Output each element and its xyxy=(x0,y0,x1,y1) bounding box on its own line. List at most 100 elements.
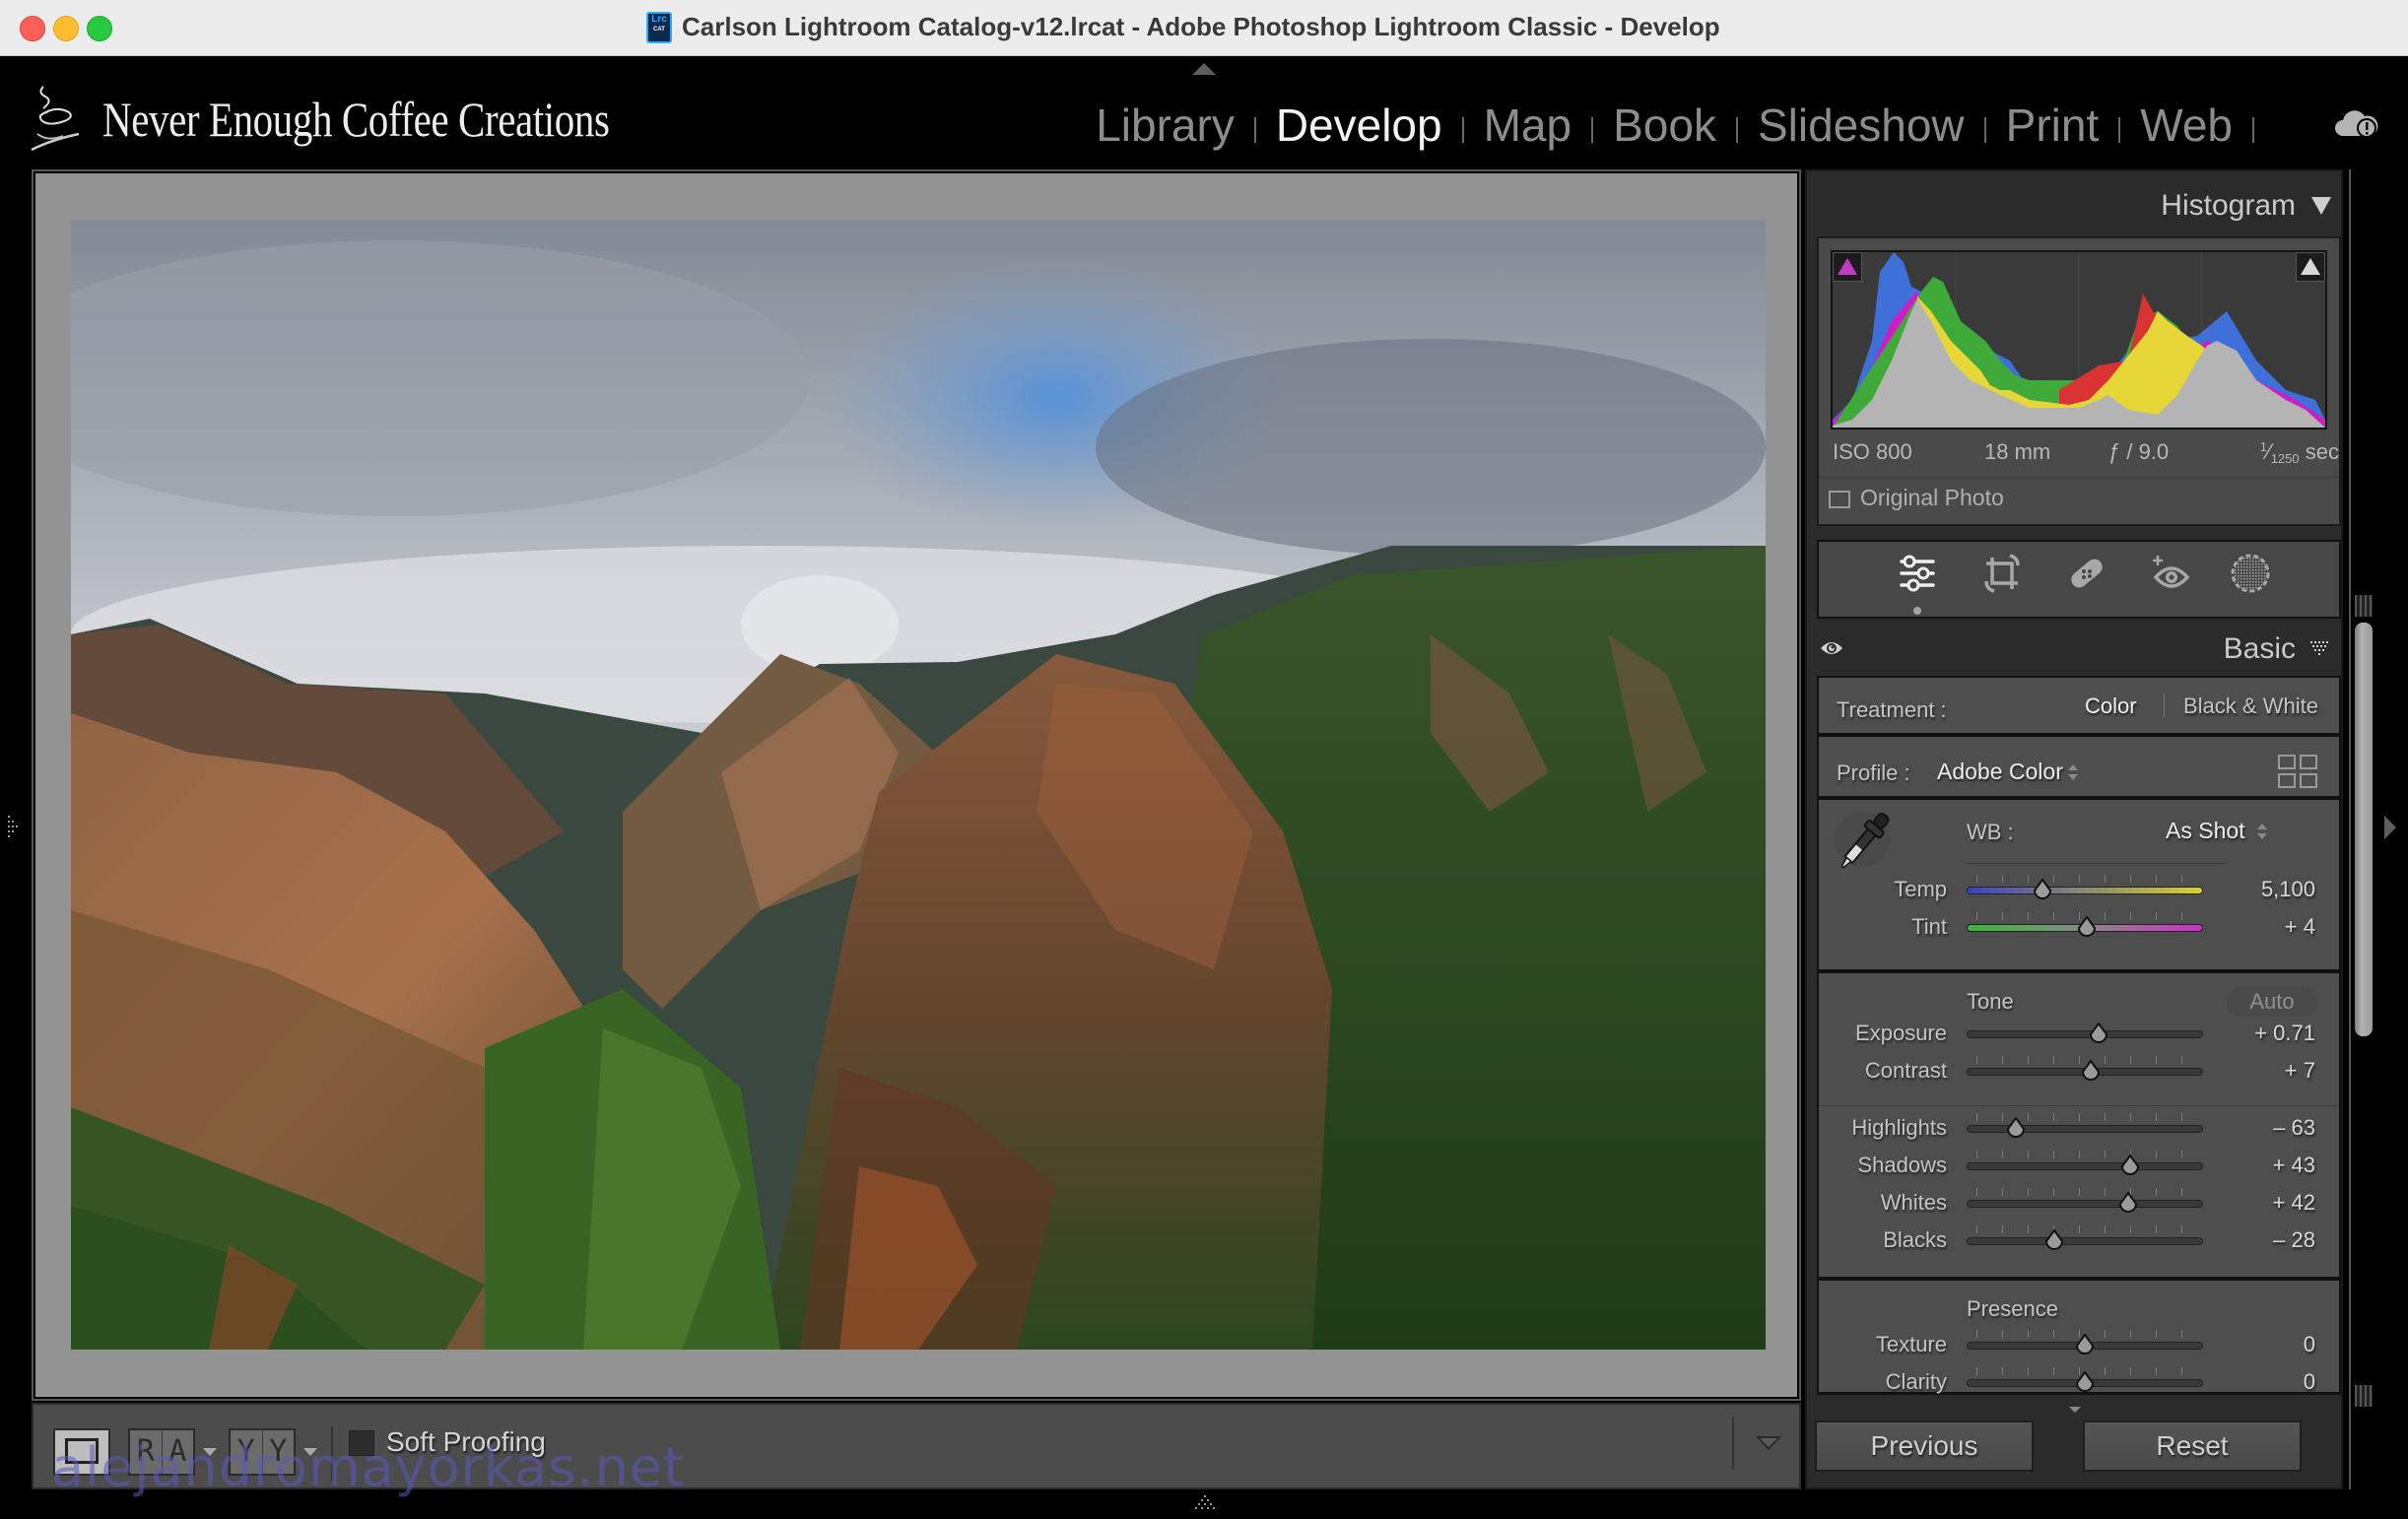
exposure-slider[interactable] xyxy=(1967,1030,2203,1038)
highlights-slider-thumb[interactable] xyxy=(2006,1117,2026,1139)
module-slideshow[interactable]: Slideshow xyxy=(1758,99,1965,152)
whites-slider[interactable] xyxy=(1967,1200,2203,1208)
soft-proofing-checkbox[interactable] xyxy=(349,1430,374,1456)
photo-preview[interactable] xyxy=(71,221,1766,1350)
exposure-value[interactable]: + 0.71 xyxy=(2217,1021,2315,1046)
wb-divider xyxy=(1967,863,2227,864)
module-develop[interactable]: Develop xyxy=(1276,99,1442,152)
tint-value[interactable]: + 4 xyxy=(2217,914,2315,940)
whites-value[interactable]: + 42 xyxy=(2217,1190,2315,1216)
shadows-slider[interactable] xyxy=(1967,1162,2203,1170)
highlights-ticks xyxy=(1967,1113,2203,1121)
profile-stepper-icon[interactable] xyxy=(2067,762,2079,782)
tone-heading: Tone xyxy=(1967,989,2014,1014)
previous-button[interactable]: Previous xyxy=(1815,1420,2034,1472)
edit-sliders-icon[interactable] xyxy=(1896,552,1939,595)
panel-visibility-eye-icon[interactable] xyxy=(1819,638,1844,658)
toolbar-divider xyxy=(1732,1417,1734,1470)
reset-button[interactable]: Reset xyxy=(2083,1420,2302,1472)
loupe-view-button[interactable] xyxy=(53,1428,110,1476)
top-panel-toggle-icon[interactable] xyxy=(1192,63,1216,75)
module-separator xyxy=(1983,117,1986,143)
toolbar-divider xyxy=(331,1426,333,1482)
temp-label: Temp xyxy=(1894,877,1947,901)
texture-value[interactable]: 0 xyxy=(2217,1332,2315,1357)
module-print[interactable]: Print xyxy=(2006,99,2100,152)
shadows-value[interactable]: + 43 xyxy=(2217,1153,2315,1178)
right-panel-toggle-icon[interactable] xyxy=(2384,816,2396,839)
whites-label: Whites xyxy=(1880,1190,1947,1215)
histogram-panel-title[interactable]: Histogram xyxy=(2161,189,2296,223)
module-picker: Library Develop Map Book Slideshow Print Web xyxy=(1096,99,2313,152)
crop-icon[interactable] xyxy=(1980,552,2024,595)
highlight-clipping-toggle[interactable] xyxy=(2296,252,2325,282)
treatment-black-white-option[interactable]: Black & White xyxy=(2183,693,2318,719)
masking-icon[interactable] xyxy=(2229,552,2272,595)
soft-proofing-label[interactable]: Soft Proofing xyxy=(386,1426,546,1458)
module-separator xyxy=(1461,117,1464,143)
presence-heading: Presence xyxy=(1967,1296,2058,1321)
before-after-top-bottom-dropdown-icon[interactable] xyxy=(303,1448,317,1456)
tint-slider-thumb[interactable] xyxy=(2077,916,2097,938)
healing-icon[interactable] xyxy=(2065,552,2108,595)
texture-slider-thumb[interactable] xyxy=(2075,1334,2095,1355)
panel-end-marker-icon xyxy=(2069,1407,2081,1413)
histogram-collapse-icon[interactable] xyxy=(2311,197,2331,215)
temp-slider[interactable] xyxy=(1967,887,2203,894)
highlights-value[interactable]: – 63 xyxy=(2217,1115,2315,1141)
highlights-slider[interactable] xyxy=(1967,1125,2203,1133)
shadow-clipping-toggle[interactable] xyxy=(1833,252,1862,282)
scroll-grip-top[interactable] xyxy=(2355,595,2373,617)
exposure-slider-thumb[interactable] xyxy=(2089,1023,2108,1044)
scroll-grip-bottom[interactable] xyxy=(2355,1385,2373,1407)
clarity-value[interactable]: 0 xyxy=(2217,1369,2315,1395)
before-after-left-right-dropdown-icon[interactable] xyxy=(203,1448,217,1456)
window-close-button[interactable] xyxy=(20,16,45,41)
auto-tone-button[interactable]: Auto xyxy=(2227,987,2317,1017)
blacks-slider[interactable] xyxy=(1967,1237,2203,1245)
whites-slider-thumb[interactable] xyxy=(2118,1192,2138,1214)
module-library[interactable]: Library xyxy=(1096,99,1235,152)
tone-divider xyxy=(1819,1105,2339,1106)
profile-label: Profile : xyxy=(1837,760,1910,785)
cloud-alert-icon[interactable] xyxy=(2335,106,2378,140)
before-after-left-right-button[interactable]: RA xyxy=(128,1428,195,1476)
module-separator xyxy=(1735,117,1738,143)
before-after-top-bottom-button[interactable]: YY xyxy=(229,1428,296,1476)
shadows-slider-thumb[interactable] xyxy=(2120,1155,2140,1176)
blacks-slider-thumb[interactable] xyxy=(2044,1229,2064,1251)
contrast-slider-thumb[interactable] xyxy=(2081,1060,2101,1082)
module-separator xyxy=(1253,117,1256,143)
basic-panel-title[interactable]: Basic xyxy=(2224,632,2296,666)
temp-slider-thumb[interactable] xyxy=(2033,879,2052,900)
module-web[interactable]: Web xyxy=(2140,99,2233,152)
wb-dropdown[interactable]: As Shot xyxy=(2166,818,2245,844)
window-minimize-button[interactable] xyxy=(53,16,79,41)
basic-collapse-icon[interactable] xyxy=(2309,640,2331,658)
tint-label: Tint xyxy=(1911,914,1947,939)
module-map[interactable]: Map xyxy=(1484,99,1572,152)
profile-dropdown[interactable]: Adobe Color xyxy=(1937,759,2063,785)
identity-plate: Never Enough Coffee Creations xyxy=(102,92,610,147)
module-book[interactable]: Book xyxy=(1613,99,1716,152)
contrast-value[interactable]: + 7 xyxy=(2217,1058,2315,1084)
window-zoom-button[interactable] xyxy=(87,16,112,41)
red-eye-icon[interactable] xyxy=(2150,552,2193,595)
histogram-plot[interactable] xyxy=(1831,250,2327,429)
bottom-toolbar xyxy=(32,1403,1801,1489)
treatment-divider xyxy=(2164,693,2165,717)
temp-value[interactable]: 5,100 xyxy=(2217,877,2315,902)
original-photo-label[interactable]: Original Photo xyxy=(1860,485,2004,511)
panel-scrollbar-thumb[interactable] xyxy=(2355,623,2373,1036)
left-panel-toggle-icon[interactable] xyxy=(6,814,22,839)
filmstrip-toggle-icon[interactable] xyxy=(1192,1495,1218,1511)
original-photo-checkbox[interactable] xyxy=(1829,491,1850,508)
wb-eyedropper-icon[interactable] xyxy=(1833,806,1896,877)
toolbar-content-menu-icon[interactable] xyxy=(1756,1436,1781,1450)
profile-browser-grid-icon[interactable] xyxy=(2278,755,2317,788)
treatment-color-option[interactable]: Color xyxy=(2085,693,2137,719)
wb-stepper-icon[interactable] xyxy=(2256,822,2268,841)
clarity-slider-thumb[interactable] xyxy=(2075,1371,2095,1393)
texture-label: Texture xyxy=(1875,1332,1947,1356)
blacks-value[interactable]: – 28 xyxy=(2217,1227,2315,1253)
